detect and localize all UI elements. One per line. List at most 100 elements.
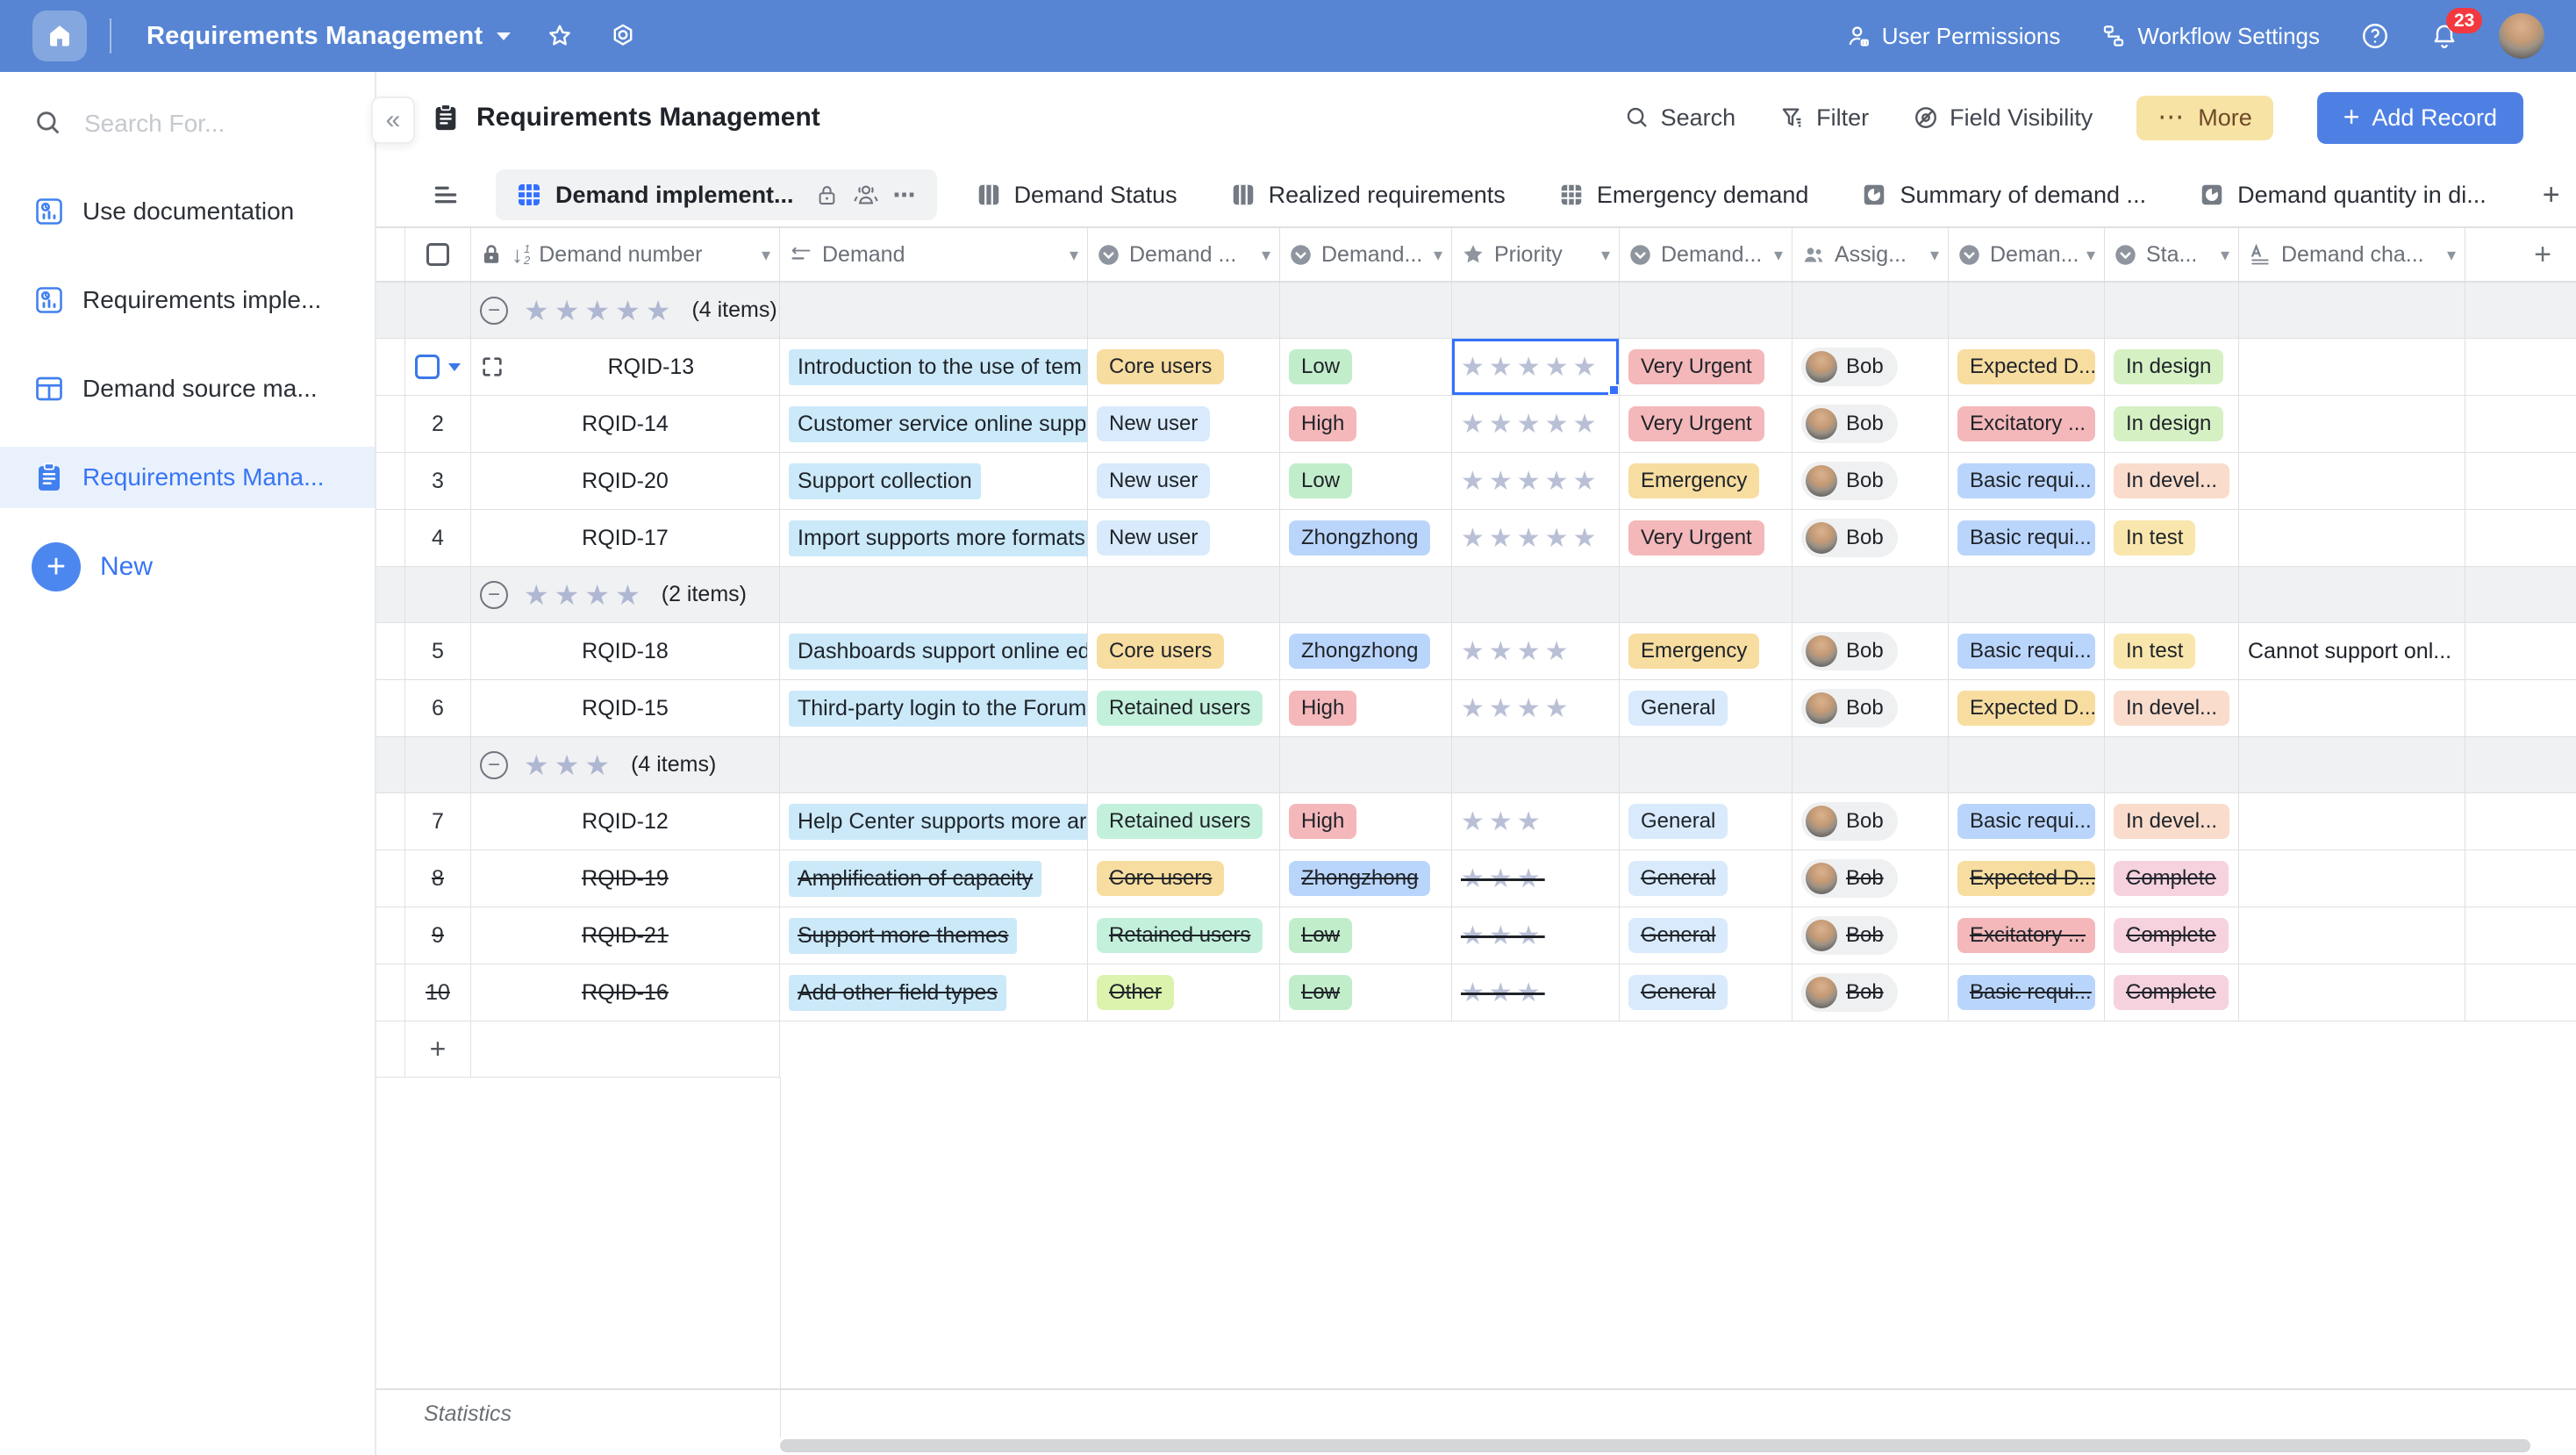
cell-demand-channel[interactable] xyxy=(2239,453,2465,509)
table-row[interactable]: 5RQID-18Dashboards support online edCore… xyxy=(376,623,2576,680)
cell-priority[interactable]: ★★★★ xyxy=(1452,680,1620,736)
row-head-cell[interactable] xyxy=(404,339,471,395)
row-head-cell[interactable]: 5 xyxy=(404,623,471,679)
add-field-button[interactable]: + xyxy=(2534,238,2551,272)
cell-demand-urgency[interactable]: Emergency xyxy=(1620,623,1792,679)
cell-priority[interactable]: ★★★★★ xyxy=(1452,510,1620,566)
cell-demand[interactable]: Support more themes xyxy=(780,907,1088,964)
collapse-group-icon[interactable]: − xyxy=(480,751,508,779)
cell-demand-classification[interactable]: Expected D... xyxy=(1949,339,2105,395)
cell-demand-number[interactable]: RQID-15 xyxy=(471,680,780,736)
group-header-cell[interactable]: −★★★(4 items) xyxy=(471,737,780,792)
chevron-down-icon[interactable]: ▾ xyxy=(1434,244,1442,266)
column-header-id[interactable]: ↓12Demand number▾ xyxy=(471,228,780,281)
cell-demand-source[interactable]: New user xyxy=(1088,510,1280,566)
cell-demand-number[interactable]: RQID-18 xyxy=(471,623,780,679)
priority-stars[interactable]: ★★★ xyxy=(1461,921,1545,951)
cell-assignee[interactable]: Bob xyxy=(1792,680,1949,736)
sidebar-item[interactable]: Use documentation xyxy=(0,181,375,242)
collapse-group-icon[interactable]: − xyxy=(480,581,508,609)
cell-demand-level[interactable]: Low xyxy=(1280,339,1452,395)
column-header-demand[interactable]: Demand▾ xyxy=(780,228,1088,281)
cell-demand-urgency[interactable]: General xyxy=(1620,907,1792,964)
cell-status[interactable]: In devel... xyxy=(2105,680,2239,736)
cell-demand-number[interactable]: RQID-20 xyxy=(471,453,780,509)
cell-demand-channel[interactable] xyxy=(2239,396,2465,452)
chevron-down-icon[interactable]: ▾ xyxy=(2221,244,2229,266)
cell-demand-level[interactable]: Zhongzhong xyxy=(1280,510,1452,566)
cell-demand[interactable]: Introduction to the use of tem xyxy=(780,339,1088,395)
priority-stars[interactable]: ★★★★ xyxy=(1461,693,1573,724)
cell-demand-channel[interactable] xyxy=(2239,964,2465,1021)
cell-demand-urgency[interactable]: General xyxy=(1620,964,1792,1021)
cell-demand-number[interactable]: RQID-16 xyxy=(471,964,780,1021)
chevron-down-icon[interactable]: ▾ xyxy=(2086,244,2095,266)
cell-status[interactable]: In test xyxy=(2105,623,2239,679)
view-tab[interactable]: Summary of demand ... xyxy=(1861,182,2146,209)
cell-assignee[interactable]: Bob xyxy=(1792,850,1949,907)
cell-demand-channel[interactable] xyxy=(2239,793,2465,849)
cell-demand-source[interactable]: Retained users xyxy=(1088,793,1280,849)
cell-demand-classification[interactable]: Expected D... xyxy=(1949,680,2105,736)
cell-priority[interactable]: ★★★★ xyxy=(1452,623,1620,679)
cell-demand-source[interactable]: Core users xyxy=(1088,339,1280,395)
group-header-cell[interactable]: −★★★★★(4 items) xyxy=(471,283,780,338)
sidebar-item[interactable]: Requirements imple... xyxy=(0,269,375,331)
table-row[interactable]: 7RQID-12Help Center supports more arReta… xyxy=(376,793,2576,850)
field-visibility-button[interactable]: Field Visibility xyxy=(1913,104,2093,132)
column-header-classification[interactable]: Deman...▾ xyxy=(1949,228,2105,281)
cell-demand-source[interactable]: New user xyxy=(1088,396,1280,452)
home-button[interactable] xyxy=(32,11,87,61)
row-head-cell[interactable]: 2 xyxy=(404,396,471,452)
priority-stars[interactable]: ★★★★ xyxy=(1461,636,1573,667)
priority-stars[interactable]: ★★★★★ xyxy=(1461,466,1600,497)
priority-stars[interactable]: ★★★★★ xyxy=(1461,409,1600,440)
view-tab[interactable]: Realized requirements xyxy=(1230,182,1506,209)
view-list-icon[interactable] xyxy=(431,180,461,210)
row-head-cell[interactable]: 10 xyxy=(404,964,471,1021)
cell-demand-source[interactable]: Core users xyxy=(1088,850,1280,907)
chevron-down-icon[interactable]: ▾ xyxy=(1262,244,1270,266)
add-view-button[interactable]: + xyxy=(2543,178,2560,212)
cell-demand-level[interactable]: Zhongzhong xyxy=(1280,850,1452,907)
cell-demand-number[interactable]: RQID-19 xyxy=(471,850,780,907)
cell-demand[interactable]: Third-party login to the Forum xyxy=(780,680,1088,736)
cell-demand-level[interactable]: Low xyxy=(1280,907,1452,964)
cell-demand-channel[interactable] xyxy=(2239,680,2465,736)
row-head-cell[interactable]: 6 xyxy=(404,680,471,736)
chevron-down-icon[interactable]: ▾ xyxy=(1601,244,1610,266)
priority-stars[interactable]: ★★★ xyxy=(1461,864,1545,894)
cell-assignee[interactable]: Bob xyxy=(1792,510,1949,566)
view-tab[interactable]: Demand implement...⋯ xyxy=(496,169,937,220)
group-header-cell[interactable] xyxy=(404,567,471,622)
cell-priority[interactable]: ★★★ xyxy=(1452,907,1620,964)
group-header-cell[interactable]: −★★★★(2 items) xyxy=(471,567,780,622)
chevron-down-icon[interactable]: ▾ xyxy=(1070,244,1078,266)
cell-demand[interactable]: Add other field types xyxy=(780,964,1088,1021)
select-all-checkbox[interactable] xyxy=(426,243,449,266)
settings-button[interactable] xyxy=(609,22,637,50)
cell-demand-level[interactable]: High xyxy=(1280,680,1452,736)
cell-priority[interactable]: ★★★★★ xyxy=(1452,453,1620,509)
row-head-cell[interactable]: 3 xyxy=(404,453,471,509)
table-row[interactable]: 8RQID-19Amplification of capacityCore us… xyxy=(376,850,2576,907)
sidebar-search-input[interactable]: Search For... xyxy=(0,98,375,149)
priority-stars[interactable]: ★★★★★ xyxy=(1461,523,1600,554)
priority-stars[interactable]: ★★★ xyxy=(1461,806,1545,837)
cell-demand-source[interactable]: Other xyxy=(1088,964,1280,1021)
cell-demand-source[interactable]: Retained users xyxy=(1088,680,1280,736)
favorite-star-button[interactable] xyxy=(546,22,574,50)
table-row[interactable]: 2RQID-14Customer service online suppNew … xyxy=(376,396,2576,453)
table-row[interactable]: 3RQID-20Support collectionNew userLow★★★… xyxy=(376,453,2576,510)
row-caret-icon[interactable] xyxy=(448,363,461,371)
chevron-down-icon[interactable]: ▾ xyxy=(1930,244,1939,266)
priority-stars[interactable]: ★★★ xyxy=(1461,978,1545,1008)
add-row-plus-icon[interactable]: + xyxy=(430,1033,447,1065)
cell-demand-channel[interactable] xyxy=(2239,907,2465,964)
sidebar-new-button[interactable]: + New xyxy=(0,535,375,598)
cell-demand-classification[interactable]: Basic requi... xyxy=(1949,510,2105,566)
cell-assignee[interactable]: Bob xyxy=(1792,453,1949,509)
chevron-down-icon[interactable]: ▾ xyxy=(1774,244,1783,266)
cell-status[interactable]: In design xyxy=(2105,339,2239,395)
column-header-channel[interactable]: Demand cha...▾ xyxy=(2239,228,2465,281)
